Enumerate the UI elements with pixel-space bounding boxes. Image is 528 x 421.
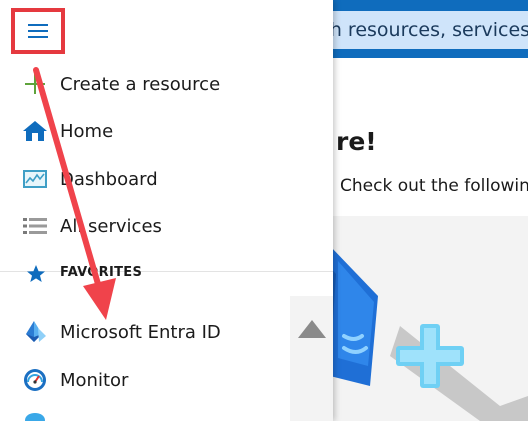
list-icon (23, 218, 47, 234)
favorites-header: FAVORITES (0, 258, 290, 288)
menu-item-label: Microsoft Entra ID (60, 321, 221, 343)
favorites-header-label: FAVORITES (60, 265, 143, 280)
cloud-icon (25, 413, 45, 421)
menu-item-partial[interactable] (0, 404, 290, 421)
hamburger-menu-button[interactable] (11, 8, 65, 54)
entra-id-icon (26, 321, 46, 342)
menu-item-label: Dashboard (60, 168, 158, 190)
menu-item-dashboard[interactable]: Dashboard (0, 156, 333, 202)
welcome-subtitle: Check out the followin (340, 176, 528, 196)
menu-scrollbar[interactable] (290, 296, 333, 421)
scroll-up-arrow-icon[interactable] (298, 320, 326, 338)
menu-item-label: Create a resource (60, 73, 221, 95)
dashboard-icon (23, 170, 47, 188)
menu-item-create-resource[interactable]: Create a resource (0, 61, 333, 107)
menu-item-home[interactable]: Home (0, 108, 333, 154)
plus-icon (25, 74, 45, 94)
menu-item-monitor[interactable]: Monitor (0, 357, 290, 403)
star-icon (27, 265, 45, 282)
monitor-gauge-icon (24, 369, 46, 391)
menu-item-entra-id[interactable]: Microsoft Entra ID (0, 309, 290, 355)
home-icon (23, 121, 47, 141)
menu-item-label: All services (60, 215, 162, 237)
hamburger-icon (28, 24, 48, 38)
menu-item-label: Home (60, 120, 114, 142)
menu-item-label: Monitor (60, 369, 129, 391)
menu-item-all-services[interactable]: All services (0, 203, 333, 249)
portal-menu-flyout: Create a resource Home Dashboard All ser… (0, 0, 333, 421)
search-placeholder: rch resources, services, (312, 19, 528, 41)
welcome-title: re! (336, 127, 377, 156)
